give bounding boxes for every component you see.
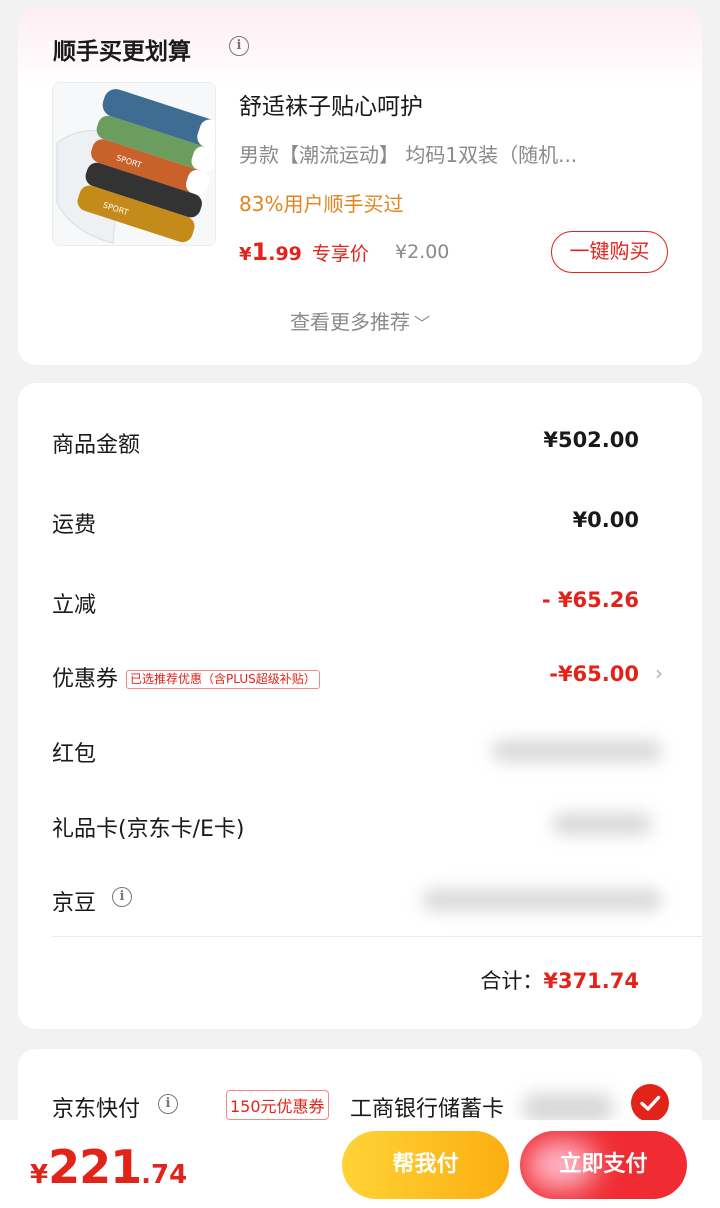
blurred-value xyxy=(492,740,662,762)
row-label: 京豆 xyxy=(52,885,96,917)
row-value: ¥502.00 xyxy=(543,428,639,452)
info-icon[interactable]: i xyxy=(112,887,132,907)
row-label: 运费 xyxy=(52,513,97,538)
payable-amount: ¥221.74 xyxy=(30,1140,187,1194)
summary-row-red-packet[interactable]: 红包 xyxy=(52,730,668,770)
socks-image: SPORT SPORT xyxy=(53,83,215,245)
product-spec: 男款【潮流运动】 均码1双装（随机... xyxy=(239,143,578,167)
product-name[interactable]: 舒适袜子贴心呵护 xyxy=(239,87,423,121)
total-amount: 合计：¥371.74 xyxy=(480,965,639,995)
info-icon[interactable]: i xyxy=(229,36,249,56)
recommend-title: 顺手买更划算 i xyxy=(53,32,249,66)
blurred-value xyxy=(552,813,652,835)
summary-row-jingdou[interactable]: 京豆 i xyxy=(52,879,668,919)
summary-row-goods: 商品金额 ¥502.00 xyxy=(52,421,668,461)
bank-card-name[interactable]: 工商银行储蓄卡 xyxy=(350,1091,504,1123)
blurred-card-number xyxy=(523,1093,613,1123)
price-currency: ¥ xyxy=(239,244,252,265)
info-icon[interactable]: i xyxy=(158,1094,178,1114)
more-recommend-link[interactable]: 查看更多推荐 ﹀ xyxy=(18,306,702,335)
row-label: 立减 xyxy=(52,593,97,618)
one-click-buy-button[interactable]: 一键购买 xyxy=(551,231,668,273)
pay-method-label: 京东快付 xyxy=(52,1097,141,1122)
row-label: 商品金额 xyxy=(52,433,141,458)
total-value: ¥371.74 xyxy=(543,969,639,993)
help-me-pay-button[interactable]: 帮我付 xyxy=(342,1131,509,1199)
product-original-price: ¥2.00 xyxy=(395,241,450,263)
coupon-label: 优惠券 xyxy=(52,667,119,692)
product-price: ¥1.99 专享价 xyxy=(239,238,369,266)
total-label: 合计： xyxy=(480,969,544,993)
row-value: ¥0.00 xyxy=(572,508,639,532)
chevron-down-icon: ﹀ xyxy=(413,314,430,333)
jingdou-label: 京豆 xyxy=(52,891,97,916)
coupon-tag: 已选推荐优惠（含PLUS超级补贴） xyxy=(126,670,320,689)
row-label: 红包 xyxy=(52,742,97,767)
payable-integer: 221 xyxy=(48,1140,142,1194)
payable-decimal: .74 xyxy=(141,1160,188,1190)
chevron-right-icon[interactable]: › xyxy=(655,661,663,685)
product-buyers: 83%用户顺手买过 xyxy=(239,192,404,216)
price-decimal: .99 xyxy=(268,243,302,265)
recommend-card: 顺手买更划算 i SPORT SPORT 舒适袜子贴心呵护 男款【潮流运动】 均… xyxy=(18,8,702,365)
pay-now-button[interactable]: 立即支付 xyxy=(520,1131,687,1199)
pay-coupon-badge: 150元优惠券 xyxy=(226,1090,329,1120)
row-value: - ¥65.26 xyxy=(541,588,639,612)
payable-currency: ¥ xyxy=(30,1160,49,1190)
checkmark-glyph xyxy=(640,1095,661,1111)
summary-row-shipping: 运费 ¥0.00 xyxy=(52,501,668,541)
price-tag: 专享价 xyxy=(311,243,369,265)
price-integer: 1 xyxy=(251,238,269,266)
row-value: -¥65.00 xyxy=(549,662,639,686)
more-recommend-label: 查看更多推荐 xyxy=(289,310,410,334)
order-summary-card: 商品金额 ¥502.00 运费 ¥0.00 立减 - ¥65.26 优惠券 已选推… xyxy=(18,383,702,1029)
divider xyxy=(52,936,702,937)
summary-row-discount: 立减 - ¥65.26 xyxy=(52,581,668,621)
blurred-value xyxy=(422,889,662,911)
bottom-checkout-bar: ¥221.74 帮我付 立即支付 xyxy=(0,1120,720,1208)
summary-row-coupon[interactable]: 优惠券 已选推荐优惠（含PLUS超级补贴） -¥65.00 › xyxy=(52,655,668,695)
row-label: 礼品卡(京东卡/E卡) xyxy=(52,817,245,842)
product-thumbnail[interactable]: SPORT SPORT xyxy=(52,82,216,246)
summary-row-gift-card[interactable]: 礼品卡(京东卡/E卡) xyxy=(52,805,668,845)
row-label: 优惠券 已选推荐优惠（含PLUS超级补贴） xyxy=(52,661,320,693)
check-icon[interactable] xyxy=(631,1084,669,1122)
pay-now-label: 立即支付 xyxy=(559,1152,648,1177)
recommend-title-text: 顺手买更划算 xyxy=(53,39,191,65)
